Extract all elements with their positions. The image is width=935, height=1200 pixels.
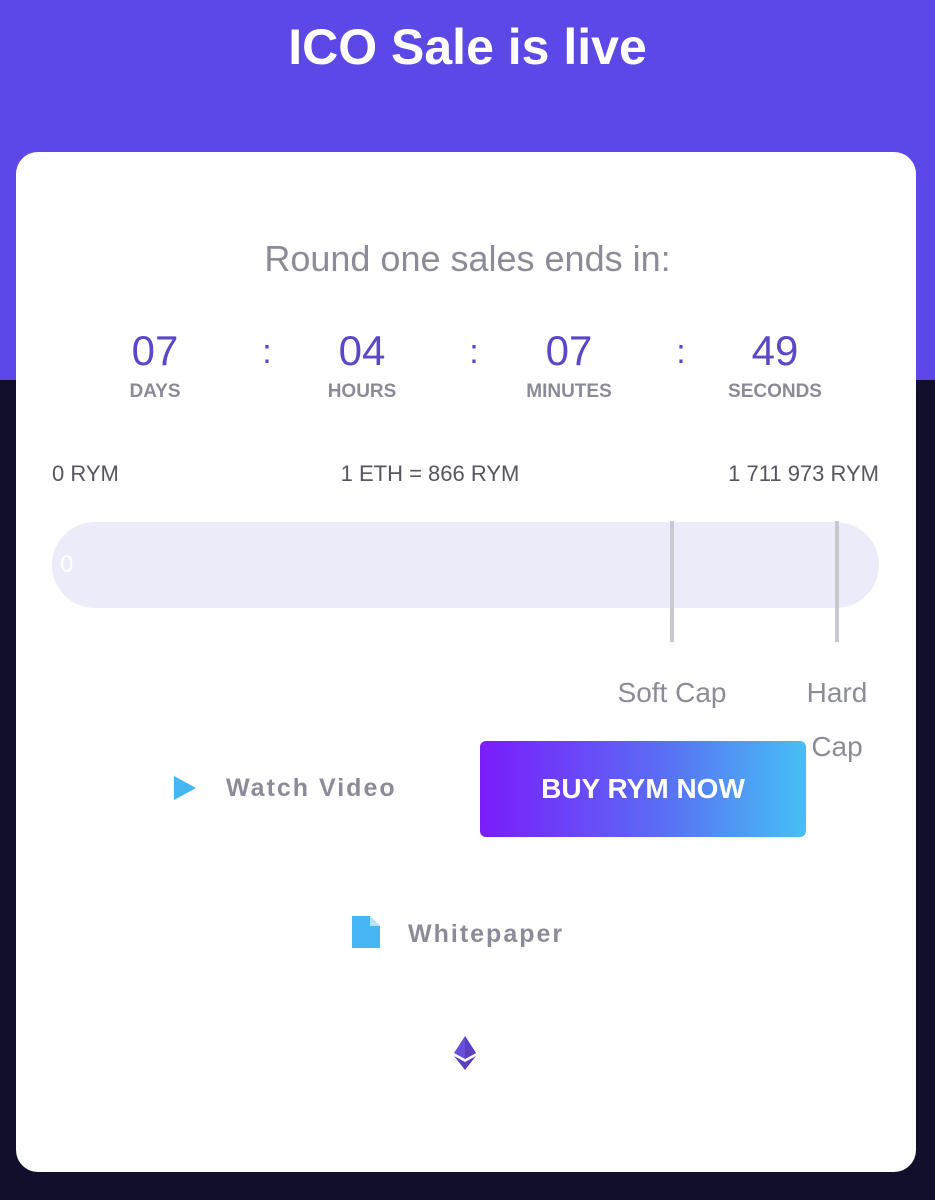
document-icon xyxy=(352,916,380,953)
soft-cap-label: Soft Cap xyxy=(617,677,727,708)
countdown-days-value: 07 xyxy=(131,327,179,374)
whitepaper-link[interactable]: Whitepaper xyxy=(352,914,592,956)
sale-progress-bar xyxy=(52,522,879,608)
countdown-days-label: DAYS xyxy=(129,381,181,402)
countdown-minutes-label: MINUTES xyxy=(526,381,612,402)
ethereum-icon xyxy=(454,1036,476,1075)
sale-max-label: 1 711 973 RYM xyxy=(728,461,879,486)
countdown-days: 07 DAYS xyxy=(65,326,245,404)
countdown-seconds: 49 SECONDS xyxy=(685,326,865,404)
countdown-minutes-value: 07 xyxy=(545,327,593,374)
buy-now-button[interactable]: BUY RYM NOW xyxy=(480,741,806,837)
countdown-minutes: 07 MINUTES xyxy=(479,326,659,404)
sale-min-label: 0 RYM xyxy=(52,461,119,486)
whitepaper-label: Whitepaper xyxy=(408,920,565,948)
sale-progress-value: 0 xyxy=(60,551,74,578)
countdown-hours-value: 04 xyxy=(338,327,386,374)
hard-cap-label: Hard Cap xyxy=(806,677,868,762)
soft-cap-marker xyxy=(670,521,674,642)
watch-video-button[interactable]: Watch Video xyxy=(170,766,430,810)
countdown-seconds-label: SECONDS xyxy=(728,381,822,402)
countdown-seconds-value: 49 xyxy=(751,327,799,374)
play-icon xyxy=(174,776,196,800)
countdown-hours-label: HOURS xyxy=(327,381,397,402)
ico-card xyxy=(16,152,916,1172)
watch-video-label: Watch Video xyxy=(226,774,397,802)
exchange-rate-label: 1 ETH = 866 RYM xyxy=(340,461,520,486)
page-title: ICO Sale is live xyxy=(288,19,647,75)
countdown-title: Round one sales ends in: xyxy=(264,238,671,279)
hard-cap-marker xyxy=(835,521,839,642)
countdown-hours: 04 HOURS xyxy=(272,326,452,404)
